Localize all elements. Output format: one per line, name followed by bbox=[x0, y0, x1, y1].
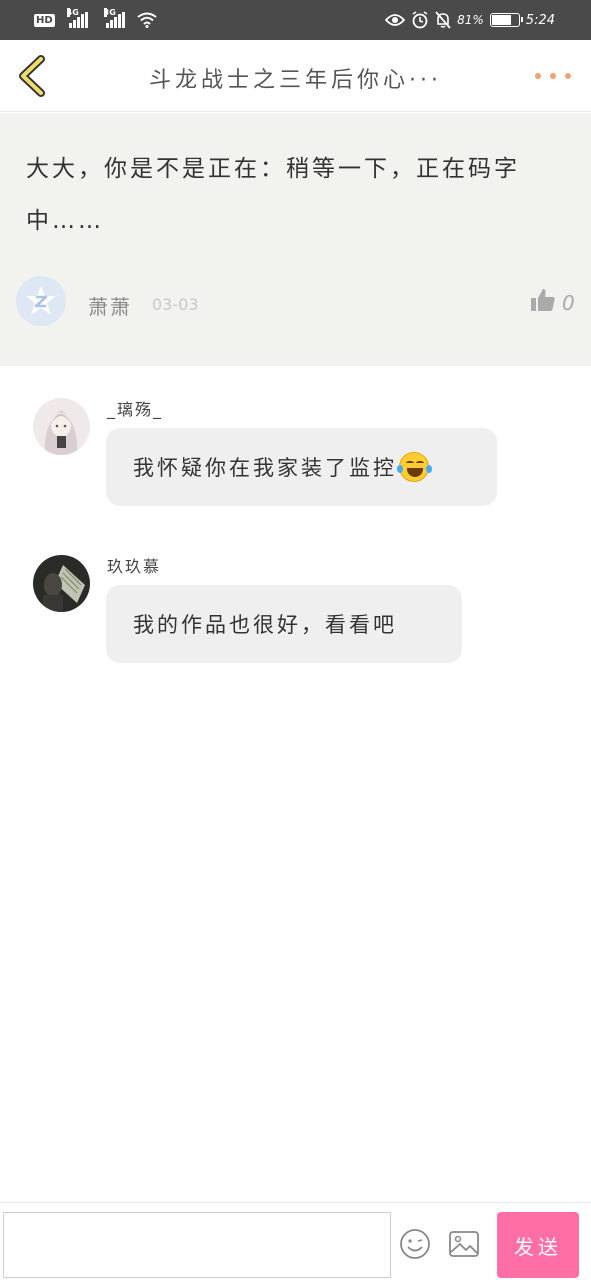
qzone-star-icon bbox=[26, 286, 56, 315]
status-left: HD 4G 3G bbox=[34, 8, 157, 30]
comment-text: 我的作品也很好，看看吧 bbox=[133, 613, 397, 637]
more-dot bbox=[550, 73, 556, 79]
anime-girl-avatar-image bbox=[33, 398, 90, 455]
comment-text: 我怀疑你在我家装了监控 bbox=[133, 456, 397, 480]
comment-item: _璃殇_ 我怀疑你在我家装了监控 bbox=[0, 390, 591, 510]
emoji-icon[interactable] bbox=[399, 1228, 431, 1260]
comment-avatar[interactable] bbox=[33, 555, 90, 612]
battery-percent: 81% bbox=[457, 13, 484, 27]
hd-badge: HD bbox=[34, 13, 55, 27]
dark-photo-avatar-image bbox=[33, 555, 90, 612]
more-dot bbox=[535, 73, 541, 79]
more-options-button[interactable] bbox=[535, 66, 571, 86]
status-bar: HD 4G 3G 81% 5:24 bbox=[0, 0, 591, 40]
status-right: 81% 5:24 bbox=[385, 10, 555, 30]
top-nav-bar: 斗龙战士之三年后你心··· bbox=[0, 40, 591, 112]
post-text: 大大，你是不是正在：稍等一下，正在码字中…… bbox=[26, 156, 520, 234]
clock-time: 5:24 bbox=[525, 12, 555, 28]
comment-bubble: 我的作品也很好，看看吧 bbox=[106, 585, 462, 663]
tears-of-joy-emoji-icon bbox=[397, 452, 432, 482]
sim2-signal-icon: 3G bbox=[103, 8, 125, 28]
post-author-name[interactable]: 萧萧 bbox=[88, 291, 132, 320]
thumbs-up-icon[interactable] bbox=[530, 287, 556, 313]
more-dot bbox=[565, 73, 571, 79]
chevron-left-icon bbox=[19, 55, 45, 97]
app-screen: HD 4G 3G 81% 5:24 斗龙战士之三年后你心··· 大大，你是不是正… bbox=[0, 0, 591, 1280]
comment-input[interactable] bbox=[3, 1212, 391, 1278]
comment-input-bar: 发送 bbox=[0, 1202, 591, 1280]
post-author-avatar[interactable] bbox=[16, 276, 66, 326]
eye-comfort-icon bbox=[385, 14, 406, 26]
image-icon[interactable] bbox=[448, 1229, 480, 1259]
alarm-icon bbox=[412, 11, 428, 29]
wifi-icon bbox=[137, 12, 157, 28]
original-post: 大大，你是不是正在：稍等一下，正在码字中…… 萧萧 03-03 0 bbox=[0, 113, 591, 366]
comment-author[interactable]: 玖玖慕 bbox=[107, 553, 161, 577]
sim1-signal-icon: 4G bbox=[66, 8, 88, 28]
like-count: 0 bbox=[562, 291, 575, 315]
page-title: 斗龙战士之三年后你心··· bbox=[149, 68, 442, 93]
comment-avatar[interactable] bbox=[33, 398, 90, 455]
battery-icon bbox=[489, 13, 523, 27]
mute-bell-icon bbox=[435, 11, 451, 29]
comment-author[interactable]: _璃殇_ bbox=[107, 396, 163, 420]
comment-bubble: 我怀疑你在我家装了监控 bbox=[106, 428, 497, 506]
back-button[interactable] bbox=[10, 50, 54, 102]
send-button[interactable]: 发送 bbox=[497, 1212, 579, 1278]
comment-item: 玖玖慕 我的作品也很好，看看吧 bbox=[0, 547, 591, 667]
post-date: 03-03 bbox=[152, 295, 199, 314]
